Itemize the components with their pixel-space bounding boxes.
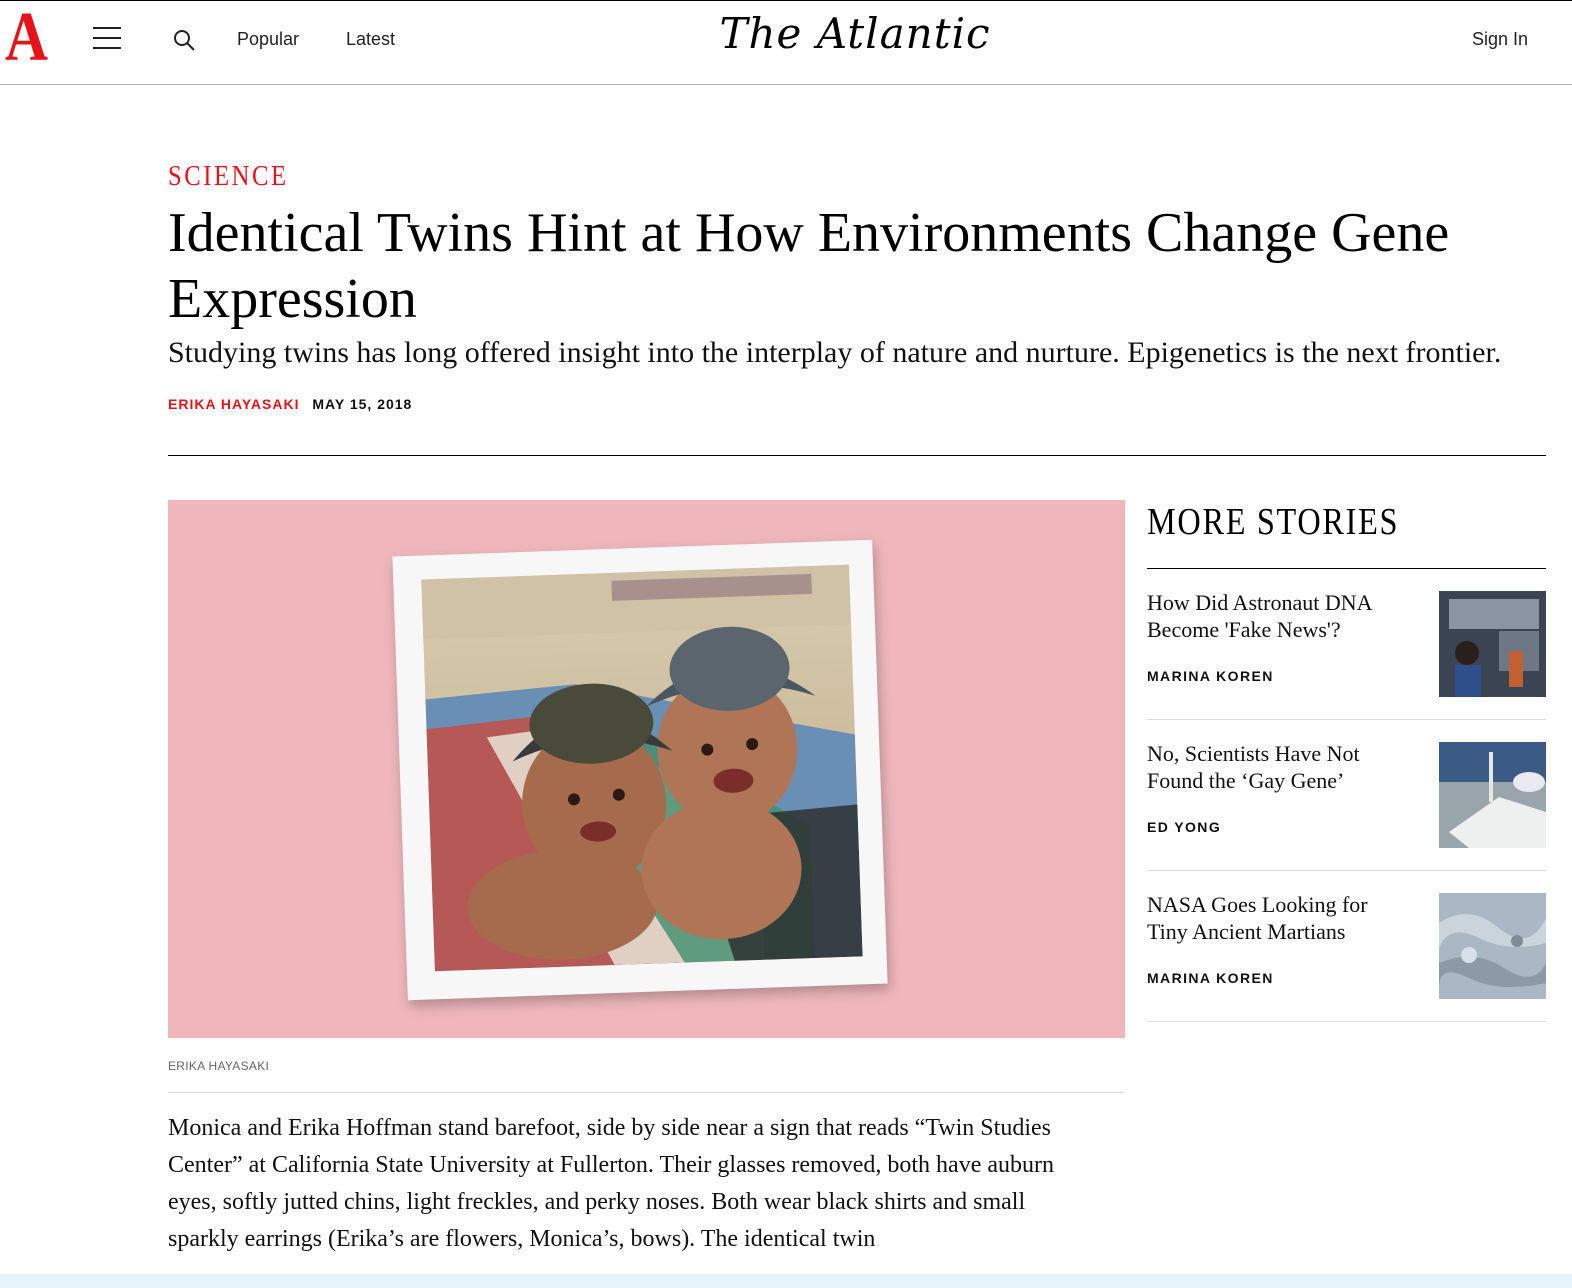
story-title[interactable]: NASA Goes Looking for Tiny Ancient Marti… [1147, 891, 1407, 945]
author-link[interactable]: ERIKA HAYASAKI [168, 396, 299, 412]
story-author[interactable]: ED YONG [1147, 819, 1221, 835]
story-title[interactable]: No, Scientists Have Not Found the ‘Gay G… [1147, 740, 1407, 794]
byline: ERIKA HAYASAKI MAY 15, 2018 [168, 396, 412, 412]
header-divider [168, 455, 1546, 456]
article-headline: Identical Twins Hint at How Environments… [168, 202, 1450, 330]
polaroid-frame [392, 539, 888, 1001]
story-card[interactable]: NASA Goes Looking for Tiny Ancient Marti… [1147, 871, 1546, 1022]
story-author[interactable]: MARINA KOREN [1147, 970, 1274, 986]
masthead-logo[interactable]: The Atlantic [0, 9, 1572, 58]
bottom-strip [0, 1274, 1572, 1288]
story-thumbnail[interactable] [1439, 591, 1546, 697]
caption-divider [168, 1092, 1125, 1093]
story-thumbnail[interactable] [1439, 893, 1546, 999]
article-dek: Studying twins has long offered insight … [168, 336, 1502, 369]
article-body: Monica and Erika Hoffman stand barefoot,… [168, 1115, 1054, 1252]
story-card[interactable]: How Did Astronaut DNA Become 'Fake News'… [1147, 569, 1546, 720]
story-title[interactable]: How Did Astronaut DNA Become 'Fake News'… [1147, 589, 1407, 643]
story-card[interactable]: No, Scientists Have Not Found the ‘Gay G… [1147, 720, 1546, 871]
section-label[interactable]: SCIENCE [168, 160, 289, 193]
twins-photo [421, 564, 863, 972]
sign-in-link[interactable]: Sign In [1472, 29, 1528, 50]
site-header: A Popular Latest The Atlantic Sign In [0, 1, 1572, 85]
story-thumbnail[interactable] [1439, 742, 1546, 848]
story-author[interactable]: MARINA KOREN [1147, 668, 1274, 684]
more-stories-title: MORE STORIES [1147, 501, 1400, 543]
hero-image [168, 500, 1125, 1038]
image-credit: ERIKA HAYASAKI [168, 1059, 270, 1073]
publish-date: MAY 15, 2018 [312, 396, 413, 412]
